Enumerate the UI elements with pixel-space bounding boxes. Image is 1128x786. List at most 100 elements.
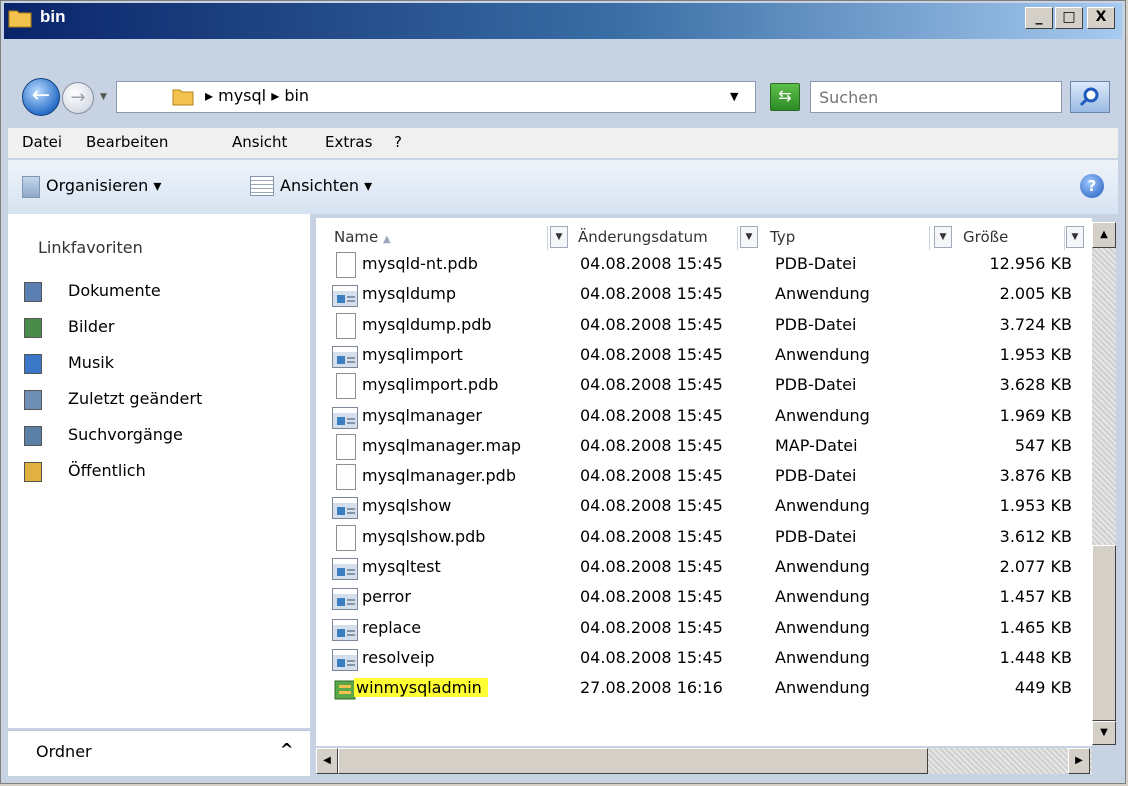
organize-button[interactable]: Organisieren ▾ xyxy=(46,176,161,195)
file-row[interactable]: mysqlmanager.pdb 04.08.2008 15:45 PDB-Date… xyxy=(326,464,1086,494)
sidebar-item[interactable]: Zuletzt geändert xyxy=(24,386,294,416)
file-date: 04.08.2008 15:45 xyxy=(580,647,723,667)
file-size: 2.077 KB xyxy=(999,557,1072,576)
file-type: Anwendung xyxy=(775,647,870,667)
window-title: bin xyxy=(40,7,66,26)
sidebar-item-label: Dokumente xyxy=(68,281,161,300)
file-row[interactable]: mysqlimport.pdb 04.08.2008 15:45 PDB-Datei… xyxy=(326,373,1086,403)
music-icon xyxy=(24,354,42,374)
file-size: 547 KB xyxy=(1014,435,1072,455)
application-icon xyxy=(332,558,358,580)
file-row[interactable]: mysqlmanager 04.08.2008 15:45 Anwendung 1.9… xyxy=(326,404,1086,434)
sidebar-item[interactable]: Bilder xyxy=(24,314,294,344)
file-name: mysqlimport xyxy=(362,344,463,364)
file-row[interactable]: mysqlimport 04.08.2008 15:45 Anwendung 1.95… xyxy=(326,343,1086,373)
application-icon xyxy=(332,648,358,671)
document-file-icon xyxy=(336,524,356,551)
views-button[interactable]: Ansichten ▾ xyxy=(280,176,372,195)
application-icon xyxy=(332,406,358,429)
column-size[interactable]: Größe xyxy=(955,226,1065,250)
file-row[interactable]: mysqlmanager.map 04.08.2008 15:45 MAP-Date… xyxy=(326,433,1086,464)
file-size: 3.724 KB xyxy=(999,314,1072,334)
sidebar-item[interactable]: Dokumente xyxy=(24,278,294,308)
file-name: replace xyxy=(362,617,422,637)
file-type: PDB-Datei xyxy=(775,526,857,546)
file-row[interactable]: mysqld-nt.pdb 04.08.2008 15:45 PDB-Datei 12… xyxy=(326,252,1086,282)
file-name: perror xyxy=(362,587,411,607)
maximize-button[interactable]: □ xyxy=(1055,7,1083,29)
menu-datei[interactable]: Datei xyxy=(22,133,62,151)
chevron-down-icon[interactable]: ▼ xyxy=(550,226,568,248)
search-input[interactable] xyxy=(810,81,1062,113)
sidebar-item-label: Musik xyxy=(68,353,114,372)
scroll-up-button[interactable]: ▲ xyxy=(1092,222,1116,248)
file-row[interactable]: mysqltest 04.08.2008 15:45 Anwendung 2.077 … xyxy=(326,555,1086,585)
file-date: 04.08.2008 15:45 xyxy=(580,435,723,455)
chevron-down-icon[interactable]: ▼ xyxy=(100,92,107,102)
refresh-button[interactable]: ⇆ xyxy=(770,83,800,111)
file-row[interactable]: replace 04.08.2008 15:45 Anwendung 1.465 KB xyxy=(326,616,1086,646)
file-name: mysqlshow xyxy=(362,496,452,516)
menu-extras[interactable]: Extras xyxy=(325,133,372,151)
public-folder-icon xyxy=(24,462,42,482)
horizontal-scroll-thumb[interactable] xyxy=(338,748,928,774)
file-size: 1.457 KB xyxy=(999,587,1072,607)
file-type: MAP-Datei xyxy=(775,435,858,455)
menu-bearbeiten[interactable]: Bearbeiten xyxy=(86,133,168,151)
file-row[interactable]: resolveip 04.08.2008 15:45 Anwendung 1.448 … xyxy=(326,646,1086,676)
file-date: 04.08.2008 15:45 xyxy=(580,557,723,576)
sidebar-item-label: Bilder xyxy=(68,317,115,336)
application-icon xyxy=(332,345,358,368)
searches-icon xyxy=(24,426,42,446)
chevron-down-icon[interactable]: ▼ xyxy=(730,90,738,103)
file-size: 1.953 KB xyxy=(999,496,1072,516)
file-row[interactable]: mysqlshow 04.08.2008 15:45 Anwendung 1.953 … xyxy=(326,494,1086,524)
file-row[interactable]: mysqldump.pdb 04.08.2008 15:45 PDB-Datei 3.… xyxy=(326,312,1086,343)
menu-ansicht[interactable]: Ansicht xyxy=(232,133,287,151)
help-button[interactable]: ? xyxy=(1080,174,1104,198)
file-type: PDB-Datei xyxy=(775,314,857,334)
breadcrumb[interactable]: ▸ mysql ▸ bin xyxy=(205,86,309,105)
folder-icon xyxy=(8,8,32,28)
file-date: 04.08.2008 15:45 xyxy=(580,344,723,364)
menu-bar xyxy=(8,128,1118,158)
minimize-button[interactable]: _ xyxy=(1025,7,1053,29)
chevron-up-icon[interactable]: ^ xyxy=(280,740,293,759)
close-button[interactable]: X xyxy=(1087,7,1115,29)
vertical-scroll-thumb[interactable] xyxy=(1092,545,1116,721)
file-row[interactable]: mysqldump 04.08.2008 15:45 Anwendung 2.005 … xyxy=(326,282,1086,312)
sidebar-item[interactable]: Öffentlich xyxy=(24,458,294,488)
chevron-down-icon[interactable]: ▼ xyxy=(1066,226,1084,248)
file-size: 1.969 KB xyxy=(999,405,1072,425)
chevron-down-icon[interactable]: ▼ xyxy=(934,226,952,248)
document-file-icon xyxy=(336,373,356,400)
chevron-down-icon[interactable]: ▼ xyxy=(740,226,758,248)
file-type: PDB-Datei xyxy=(775,254,857,273)
column-name[interactable]: Name ▲ xyxy=(326,226,548,250)
column-type[interactable]: Typ xyxy=(762,226,930,250)
file-name: winmysqladmin xyxy=(354,678,488,698)
back-button[interactable]: ← xyxy=(22,78,60,116)
scroll-left-button[interactable]: ◀ xyxy=(316,748,338,774)
file-name: resolveip xyxy=(362,647,435,667)
nav-header: Linkfavoriten xyxy=(38,238,143,257)
document-file-icon xyxy=(336,312,356,339)
file-row[interactable]: perror 04.08.2008 15:45 Anwendung 1.457 KB xyxy=(326,585,1086,615)
file-date: 04.08.2008 15:45 xyxy=(580,375,723,395)
command-bar xyxy=(8,160,1118,214)
file-row[interactable]: mysqlshow.pdb 04.08.2008 15:45 PDB-Datei 3.… xyxy=(326,524,1086,555)
file-date: 04.08.2008 15:45 xyxy=(580,254,723,273)
scroll-right-button[interactable]: ▶ xyxy=(1068,748,1090,774)
arrow-left-icon: ← xyxy=(31,83,51,108)
menu-help[interactable]: ? xyxy=(394,133,402,151)
sidebar-item[interactable]: Suchvorgänge xyxy=(24,422,294,452)
sidebar-item[interactable]: Musik xyxy=(24,350,294,380)
forward-button[interactable]: → xyxy=(62,82,94,114)
search-button[interactable] xyxy=(1070,81,1110,113)
title-bar[interactable] xyxy=(4,3,1122,39)
column-date[interactable]: Änderungsdatum xyxy=(570,226,738,250)
application-icon xyxy=(332,285,358,308)
file-row[interactable]: winmysqladmin 27.08.2008 16:16 Anwendung 44… xyxy=(326,676,1086,706)
scroll-down-button[interactable]: ▼ xyxy=(1092,721,1116,745)
sidebar-item-label: Öffentlich xyxy=(68,461,146,480)
